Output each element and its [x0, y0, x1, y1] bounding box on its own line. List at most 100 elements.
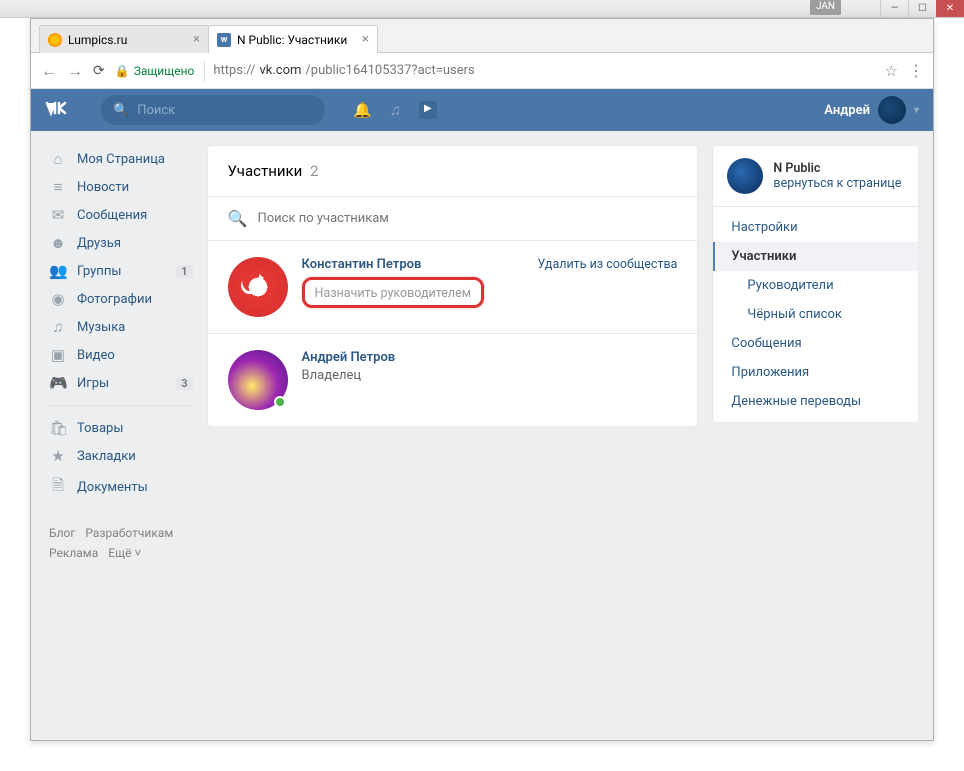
back-button[interactable]: ←	[41, 61, 57, 81]
market-icon: 🛍	[49, 419, 67, 437]
footer-dev[interactable]: Разработчикам	[85, 526, 173, 540]
avatar[interactable]	[228, 257, 288, 317]
chevron-down-icon: ▾	[914, 105, 919, 116]
group-back-link[interactable]: вернуться к странице	[773, 176, 901, 191]
friends-icon: ☻	[49, 234, 67, 252]
nav-news[interactable]: ≡Новости	[45, 173, 193, 201]
menu-settings[interactable]: Настройки	[713, 213, 918, 242]
tab-close-icon[interactable]: ×	[193, 32, 200, 47]
nav-label: Группы	[77, 264, 121, 279]
group-avatar	[727, 158, 763, 194]
left-nav: ⌂Моя Страница ≡Новости ✉Сообщения ☻ Друзь…	[45, 145, 193, 564]
username: Андрей	[824, 103, 870, 118]
highlight-annotation: Назначить руководителем	[302, 277, 484, 308]
footer-blog[interactable]: Блог	[49, 526, 75, 540]
favicon-lumpics	[48, 33, 62, 47]
search-input[interactable]: 🔍 Поиск	[101, 95, 325, 125]
nav-market[interactable]: 🛍 Товары	[45, 414, 193, 442]
right-menu: Настройки Участники Руководители Чёрный …	[713, 206, 918, 422]
ext-badge: JAN	[810, 0, 841, 15]
nav-messages[interactable]: ✉Сообщения	[45, 201, 193, 229]
lock-icon: 🔒	[115, 64, 130, 78]
avatar	[878, 96, 906, 124]
search-placeholder: Поиск	[137, 103, 175, 118]
menu-blacklist[interactable]: Чёрный список	[713, 300, 918, 329]
menu-members[interactable]: Участники	[713, 242, 918, 271]
member-info: Константин Петров Удалить из сообщества …	[302, 257, 678, 317]
members-search-input[interactable]	[257, 211, 677, 226]
games-icon: 🎮	[49, 374, 67, 392]
play-icon[interactable]: ▶	[419, 101, 437, 119]
group-text: N Public вернуться к странице	[773, 161, 901, 191]
nav-badge: 1	[176, 265, 192, 278]
nav-label: Музыка	[77, 320, 125, 335]
member-role: Владелец	[302, 368, 678, 383]
nav-label: Фотографии	[77, 292, 152, 307]
panel-title: Участники	[228, 162, 303, 180]
group-header[interactable]: N Public вернуться к странице	[713, 146, 918, 206]
menu-transfers[interactable]: Денежные переводы	[713, 387, 918, 416]
tab-lumpics[interactable]: Lumpics.ru ×	[39, 25, 209, 53]
footer-more[interactable]: Ещё ˅	[108, 546, 141, 560]
bell-icon[interactable]: 🔔	[353, 101, 372, 119]
nav-label: Друзья	[77, 236, 121, 251]
group-title: N Public	[773, 161, 901, 176]
secure-badge[interactable]: 🔒 Защищено	[115, 64, 195, 78]
bookmark-icon[interactable]: ☆	[885, 62, 898, 80]
nav-photos[interactable]: ◉ Фотографии	[45, 285, 193, 313]
remove-member-link[interactable]: Удалить из сообщества	[538, 257, 678, 272]
avatar[interactable]	[228, 350, 288, 410]
nav-my-page[interactable]: ⌂Моя Страница	[45, 145, 193, 173]
tab-vk[interactable]: w N Public: Участники ×	[208, 25, 378, 53]
nav-music[interactable]: ♫ Музыка	[45, 313, 193, 341]
nav-docs[interactable]: 🗎Документы	[45, 470, 193, 505]
vk-logo[interactable]	[45, 98, 85, 122]
url-host: vk.com	[259, 63, 301, 78]
nav-badge: 3	[176, 377, 192, 390]
favicon-vk: w	[217, 33, 231, 47]
url-prefix: https://	[213, 63, 255, 78]
url-path: /public164105337?act=users	[305, 63, 474, 78]
header-user[interactable]: Андрей ▾	[824, 96, 919, 124]
music-icon[interactable]: ♫	[390, 101, 401, 119]
close-button[interactable]: ✕	[936, 0, 964, 17]
url-field[interactable]: https:// vk.com/public164105337?act=users	[204, 60, 874, 82]
tab-close-icon[interactable]: ×	[362, 32, 369, 47]
menu-apps[interactable]: Приложения	[713, 358, 918, 387]
docs-icon: 🗎	[49, 475, 67, 500]
forward-button[interactable]: →	[67, 61, 83, 81]
maximize-button[interactable]: ☐	[908, 0, 936, 17]
member-row: Андрей Петров Владелец	[208, 333, 698, 426]
music-icon: ♫	[49, 318, 67, 336]
minimize-button[interactable]: —	[880, 0, 908, 17]
panel-header: Участники 2	[208, 146, 698, 196]
menu-msgs[interactable]: Сообщения	[713, 329, 918, 358]
secure-label: Защищено	[134, 64, 195, 78]
right-sidebar: N Public вернуться к странице Настройки …	[712, 145, 919, 423]
nav-groups[interactable]: 👥Группы1	[45, 257, 193, 285]
address-bar: ← → ⟳ 🔒 Защищено https:// vk.com/public16…	[31, 53, 933, 89]
bookmarks-icon: ★	[49, 447, 67, 465]
nav-label: Закладки	[77, 449, 136, 464]
nav-label: Товары	[77, 421, 123, 436]
nav-games[interactable]: 🎮Игры3	[45, 369, 193, 397]
nav-label: Видео	[77, 348, 115, 363]
member-name[interactable]: Андрей Петров	[302, 350, 678, 365]
menu-managers[interactable]: Руководители	[713, 271, 918, 300]
reload-button[interactable]: ⟳	[93, 63, 105, 79]
footer-ads[interactable]: Реклама	[49, 546, 98, 560]
member-info: Андрей Петров Владелец	[302, 350, 678, 410]
home-icon: ⌂	[49, 150, 67, 168]
nav-bookmarks[interactable]: ★ Закладки	[45, 442, 193, 470]
nav-friends[interactable]: ☻ Друзья	[45, 229, 193, 257]
nav-video[interactable]: ▣Видео	[45, 341, 193, 369]
vk-header: 🔍 Поиск 🔔 ♫ ▶ Андрей ▾	[31, 89, 933, 131]
photos-icon: ◉	[49, 290, 67, 308]
assign-manager-link[interactable]: Назначить руководителем	[315, 286, 471, 301]
header-icons: 🔔 ♫ ▶	[353, 101, 437, 119]
footer-links: Блог Разработчикам Реклама Ещё ˅	[45, 523, 193, 564]
search-icon: 🔍	[228, 209, 248, 228]
browser-menu-icon[interactable]: ⋮	[908, 61, 923, 80]
members-search[interactable]: 🔍	[208, 196, 698, 240]
member-name[interactable]: Константин Петров	[302, 257, 422, 272]
